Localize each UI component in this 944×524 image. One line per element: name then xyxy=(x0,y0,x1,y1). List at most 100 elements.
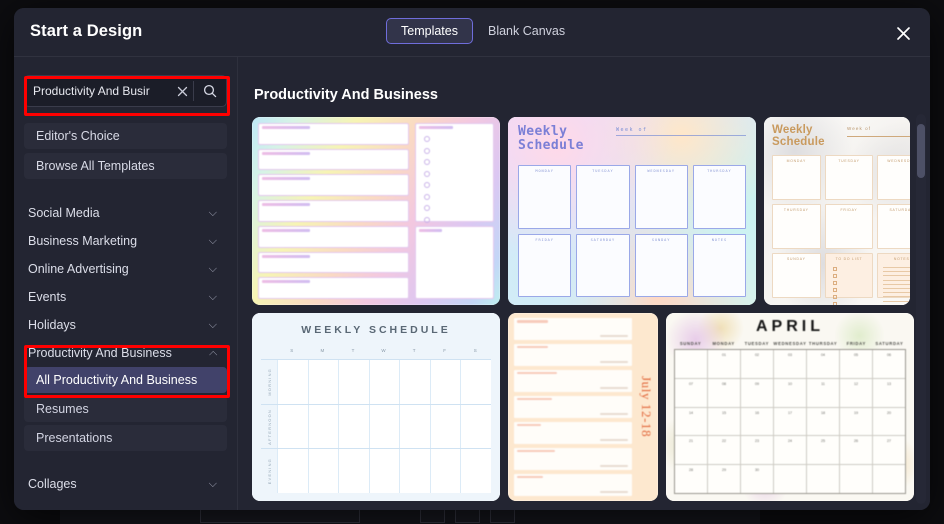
template-card-peach-july-planner[interactable]: July 12-18 xyxy=(508,313,658,501)
schedule-cell xyxy=(338,449,369,494)
sidebar-category-events[interactable]: Events ⌵ xyxy=(24,283,227,311)
schedule-cell xyxy=(277,449,308,494)
chevron-down-icon: ⌵ xyxy=(208,206,217,219)
schedule-row: MORNING xyxy=(261,359,492,404)
tab-blank-canvas[interactable]: Blank Canvas xyxy=(473,18,580,44)
sidebar-item-browse-all-templates[interactable]: Browse All Templates xyxy=(24,153,227,179)
template-card-rainbow-weekly-planner[interactable] xyxy=(252,117,500,305)
template-thumbnail: APRIL SUNDAY MONDAY TUESDAY WEDNESDAY TH… xyxy=(666,313,914,501)
schedule-row: MONDAY TUESDAY WEDNESDAY xyxy=(772,155,910,200)
row-label: EVENING xyxy=(261,449,277,493)
checkbox-icon xyxy=(832,302,837,305)
planner-day-cell xyxy=(258,225,409,248)
sidebar-item-editors-choice[interactable]: Editor's Choice xyxy=(24,123,227,149)
schedule-grid: S M T W T F S MORNING AFTERNOON EVENING xyxy=(261,345,492,494)
schedule-cell xyxy=(460,360,492,404)
checkbox-icon xyxy=(423,136,430,142)
template-card-marble-weekly-schedule[interactable]: Weekly Schedule Week of MONDAY TUESDAY W… xyxy=(764,117,910,305)
schedule-cell xyxy=(368,404,400,449)
calendar-day-cell: 29 xyxy=(708,465,741,493)
sidebar-category-collages[interactable]: Collages ⌵ xyxy=(24,470,227,498)
template-thumbnail: Weekly Schedule Week of MONDAY TUESDAY W… xyxy=(508,117,756,305)
template-thumbnail: WEEKLY SCHEDULE S M T W T F S MORNING AF… xyxy=(252,313,500,501)
planner-day-cell xyxy=(514,343,632,367)
schedule-cell xyxy=(429,360,461,404)
schedule-cell-label: WEDNESDAY xyxy=(647,169,675,173)
screen: Start a Design Templates Blank Canvas Pr… xyxy=(0,0,944,524)
planner-todo-cell xyxy=(414,123,494,234)
planner-day-cell xyxy=(258,200,409,222)
date-range: July 12-18 xyxy=(636,313,656,501)
schedule-cell xyxy=(307,404,339,449)
sidebar-category-business-marketing[interactable]: Business Marketing ⌵ xyxy=(24,227,227,255)
schedule-row: FRIDAY SATURDAY SUNDAY NOTES xyxy=(518,233,746,297)
schedule-cell: FRIDAY xyxy=(518,233,572,297)
sidebar-category-label: Productivity And Business xyxy=(28,346,172,360)
mode-tabs: Templates Blank Canvas xyxy=(386,18,580,44)
schedule-cell: THURSDAY xyxy=(692,165,746,229)
day-number: 14 xyxy=(689,410,693,415)
clear-search-icon[interactable] xyxy=(171,76,193,106)
day-number: 03 xyxy=(788,353,792,357)
sidebar-category-social-media[interactable]: Social Media ⌵ xyxy=(24,199,227,227)
tab-templates[interactable]: Templates xyxy=(386,18,473,44)
checkbox-icon xyxy=(423,159,430,165)
calendar-day-cell: 10 xyxy=(774,378,807,407)
day-number: 07 xyxy=(689,381,693,386)
search-input[interactable] xyxy=(25,84,171,98)
calendar-week-row: 14 15 16 17 18 19 20 xyxy=(675,407,905,437)
template-card-pastel-weekly-schedule[interactable]: Weekly Schedule Week of MONDAY TUESDAY W… xyxy=(508,117,756,305)
calendar-grid: 01 02 03 04 05 06 07 08 09 10 11 12 13 1… xyxy=(674,349,906,494)
todo-cell: TO DO LIST xyxy=(824,253,874,305)
schedule-cell: TUESDAY xyxy=(824,155,874,200)
sidebar-item-all-productivity-and-business[interactable]: All Productivity And Business xyxy=(24,367,227,393)
template-thumbnail: July 12-18 xyxy=(508,313,658,501)
planner-day-label xyxy=(262,280,310,284)
column-header: S xyxy=(473,348,478,353)
sidebar-category-holidays[interactable]: Holidays ⌵ xyxy=(24,311,227,339)
template-title-line2: Schedule xyxy=(518,137,584,153)
calendar-day-cell xyxy=(675,350,708,378)
note-line xyxy=(883,300,910,302)
chevron-down-icon: ⌵ xyxy=(208,234,217,247)
calendar-day-cell: 06 xyxy=(873,350,905,378)
chevron-down-icon: ⌵ xyxy=(208,318,217,331)
schedule-row: EVENING xyxy=(261,448,492,494)
checkbox-icon xyxy=(423,182,430,188)
sidebar-category-online-advertising[interactable]: Online Advertising ⌵ xyxy=(24,255,227,283)
checkbox-icon xyxy=(832,295,837,299)
chevron-down-icon: ⌵ xyxy=(208,290,217,303)
note-line xyxy=(883,275,910,277)
scrollbar-thumb[interactable] xyxy=(917,124,925,178)
template-card-april-calendar[interactable]: APRIL SUNDAY MONDAY TUESDAY WEDNESDAY TH… xyxy=(666,313,914,501)
sidebar-item-presentations[interactable]: Presentations xyxy=(24,425,227,451)
calendar-day-cell: 01 xyxy=(708,350,741,378)
day-number: 11 xyxy=(821,381,825,386)
planner-sub-label xyxy=(599,439,628,442)
schedule-cell-label: FRIDAY xyxy=(535,237,554,242)
column-header: S xyxy=(290,348,295,353)
page-title: Start a Design xyxy=(30,22,143,40)
planner-day-cell xyxy=(514,447,632,471)
planner-day-label xyxy=(262,177,310,181)
template-card-blue-weekly-schedule[interactable]: WEEKLY SCHEDULE S M T W T F S MORNING AF… xyxy=(252,313,500,501)
search-icon[interactable] xyxy=(194,76,226,106)
planner-day-label xyxy=(262,228,310,232)
schedule-cell xyxy=(368,360,400,404)
close-icon[interactable] xyxy=(890,20,916,46)
calendar-day-cell: 17 xyxy=(774,407,807,436)
calendar-day-cell: 27 xyxy=(873,436,905,464)
schedule-cell-label: SATURDAY xyxy=(889,208,911,212)
schedule-cell: WEDNESDAY xyxy=(634,165,688,229)
planner-day-label xyxy=(517,397,553,401)
sidebar-item-resumes[interactable]: Resumes xyxy=(24,396,227,422)
schedule-cell: SUNDAY xyxy=(634,233,688,297)
content-scrollbar[interactable] xyxy=(916,114,926,504)
template-thumbnail xyxy=(252,117,500,305)
column-header: SATURDAY xyxy=(875,341,904,346)
column-header: T xyxy=(412,348,417,353)
planner-day-cell xyxy=(514,369,632,393)
sidebar-category-productivity-and-business[interactable]: Productivity And Business ⌵ xyxy=(24,339,227,367)
calendar-day-cell: 18 xyxy=(807,407,840,436)
